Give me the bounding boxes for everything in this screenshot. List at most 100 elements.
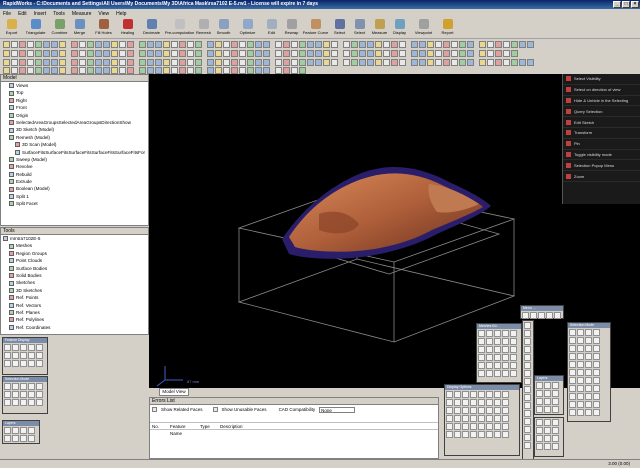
toolbar-icon-button[interactable] — [367, 59, 374, 66]
toolbar-icon-button[interactable] — [43, 66, 50, 74]
tool-decimate-button[interactable]: Decimate — [138, 18, 165, 38]
tree-item[interactable]: 3D Sketch (Model) — [3, 126, 148, 133]
errors-column-header[interactable]: Type — [198, 423, 218, 429]
toolbar-icon-button[interactable] — [79, 50, 86, 57]
palette-tool-button[interactable] — [502, 407, 509, 414]
palette-tool-button[interactable] — [12, 344, 19, 351]
toolbar-icon-button[interactable] — [263, 50, 270, 57]
tool-merge-button[interactable]: Merge — [70, 18, 89, 38]
toolbar-icon-button[interactable] — [127, 59, 134, 66]
toolbar-icon-button[interactable] — [35, 41, 42, 48]
tree-item[interactable]: Extrude — [3, 178, 148, 185]
palette-tool-button[interactable] — [502, 423, 509, 430]
toolbar-icon-button[interactable] — [19, 41, 26, 48]
palette-tool-button[interactable] — [536, 427, 543, 434]
toolbar-icon-button[interactable] — [467, 59, 474, 66]
toolbar-icon-button[interactable] — [79, 41, 86, 48]
palette-tool-button[interactable] — [569, 409, 576, 416]
palette-tool-button[interactable] — [569, 369, 576, 376]
toolbar-icon-button[interactable] — [111, 50, 118, 57]
palette-tool-button[interactable] — [478, 346, 485, 353]
palette-tool-button[interactable] — [524, 402, 531, 409]
toolbar-icon-button[interactable] — [495, 50, 502, 57]
palette-tool-button[interactable] — [470, 431, 477, 438]
toolbar-icon-button[interactable] — [127, 66, 134, 74]
menu-edit[interactable]: Edit — [18, 11, 27, 17]
toolbar-icon-button[interactable] — [163, 41, 170, 48]
toolbar-icon-button[interactable] — [451, 59, 458, 66]
tree-item[interactable]: Split Facet — [3, 200, 148, 207]
palette-tool-button[interactable] — [524, 370, 531, 377]
palette-tool-button[interactable] — [593, 369, 600, 376]
toolbar-icon-button[interactable] — [247, 66, 254, 74]
tree-item[interactable]: Meshes — [3, 242, 148, 249]
toolbar-icon-button[interactable] — [223, 41, 230, 48]
toolbar-icon-button[interactable] — [291, 59, 298, 66]
tool-healing-button[interactable]: Healing — [118, 18, 137, 38]
palette-tool-button[interactable] — [28, 427, 35, 434]
tree-item[interactable]: Ref. Planes — [3, 309, 148, 316]
toolbar-icon-button[interactable] — [103, 50, 110, 57]
toolbar-icon-button[interactable] — [391, 59, 398, 66]
tree-item[interactable]: SurfaceFitsSurfaceFitsSurfaceFitsSurface… — [3, 149, 148, 156]
toolbar-icon-button[interactable] — [427, 41, 434, 48]
toolbar-icon-button[interactable] — [59, 66, 66, 74]
maximize-button[interactable]: □ — [622, 1, 630, 8]
palette-tool-button[interactable] — [446, 407, 453, 414]
toolbar-icon-button[interactable] — [435, 41, 442, 48]
palette-tool-button[interactable] — [478, 415, 485, 422]
tree-item[interactable]: Split 1 — [3, 193, 148, 200]
toolbar-icon-button[interactable] — [19, 50, 26, 57]
toolbar-icon-button[interactable] — [43, 59, 50, 66]
palette-tool-button[interactable] — [544, 443, 551, 450]
palette-tool-button[interactable] — [478, 407, 485, 414]
palette-tool-button[interactable] — [4, 344, 11, 351]
palette-tool-button[interactable] — [585, 409, 592, 416]
toolbar-icon-button[interactable] — [239, 59, 246, 66]
palette-tool-button[interactable] — [12, 352, 19, 359]
toolbar-icon-button[interactable] — [171, 59, 178, 66]
toolbar-icon-button[interactable] — [399, 50, 406, 57]
palette-tool-button[interactable] — [510, 354, 517, 361]
toolbar-icon-button[interactable] — [51, 41, 58, 48]
toolbar-icon-button[interactable] — [139, 66, 146, 74]
palette-tool-button[interactable] — [569, 385, 576, 392]
palette-tool-button[interactable] — [12, 383, 19, 390]
toolbar-icon-button[interactable] — [27, 50, 34, 57]
toolbar-icon-button[interactable] — [239, 50, 246, 57]
menu-help[interactable]: Help — [116, 11, 126, 17]
cad-compat-select[interactable]: None — [319, 406, 356, 413]
palette-tool-button[interactable] — [4, 427, 11, 434]
toolbar-icon-button[interactable] — [147, 50, 154, 57]
toolbar-icon-button[interactable] — [119, 50, 126, 57]
toolbar-icon-button[interactable] — [487, 59, 494, 66]
toolbar-icon-button[interactable] — [87, 66, 94, 74]
errors-column-header[interactable]: Description — [218, 423, 278, 429]
palette-tool-button[interactable] — [552, 398, 559, 405]
palette-tool-button[interactable] — [470, 415, 477, 422]
palette-tool-button[interactable] — [577, 329, 584, 336]
toolbar-icon-button[interactable] — [147, 66, 154, 74]
tree-item[interactable]: Front — [3, 104, 148, 111]
palette-tool-button[interactable] — [462, 391, 469, 398]
toolbar-icon-button[interactable] — [503, 59, 510, 66]
toolbar-icon-button[interactable] — [43, 50, 50, 57]
toolbar-icon-button[interactable] — [459, 59, 466, 66]
palette-tool-button[interactable] — [20, 435, 27, 442]
palette-tool-button[interactable] — [510, 330, 517, 337]
palette-tool-button[interactable] — [552, 419, 559, 426]
toolbar-icon-button[interactable] — [391, 50, 398, 57]
toolbar-icon-button[interactable] — [495, 41, 502, 48]
toolbar-icon-button[interactable] — [263, 59, 270, 66]
palette-tool-button[interactable] — [544, 406, 551, 413]
tool-measure-button[interactable]: Measure — [370, 18, 389, 38]
palette-tool-button[interactable] — [446, 415, 453, 422]
palette-tool-button[interactable] — [462, 399, 469, 406]
tree-item[interactable]: Remesh (Model) — [3, 134, 148, 141]
toolbar-icon-button[interactable] — [187, 50, 194, 57]
palette-tool-button[interactable] — [577, 345, 584, 352]
tab-model-view[interactable]: Model View — [159, 388, 189, 396]
palette-tool-button[interactable] — [577, 369, 584, 376]
palette-tool-button[interactable] — [524, 362, 531, 369]
toolbar-icon-button[interactable] — [307, 41, 314, 48]
